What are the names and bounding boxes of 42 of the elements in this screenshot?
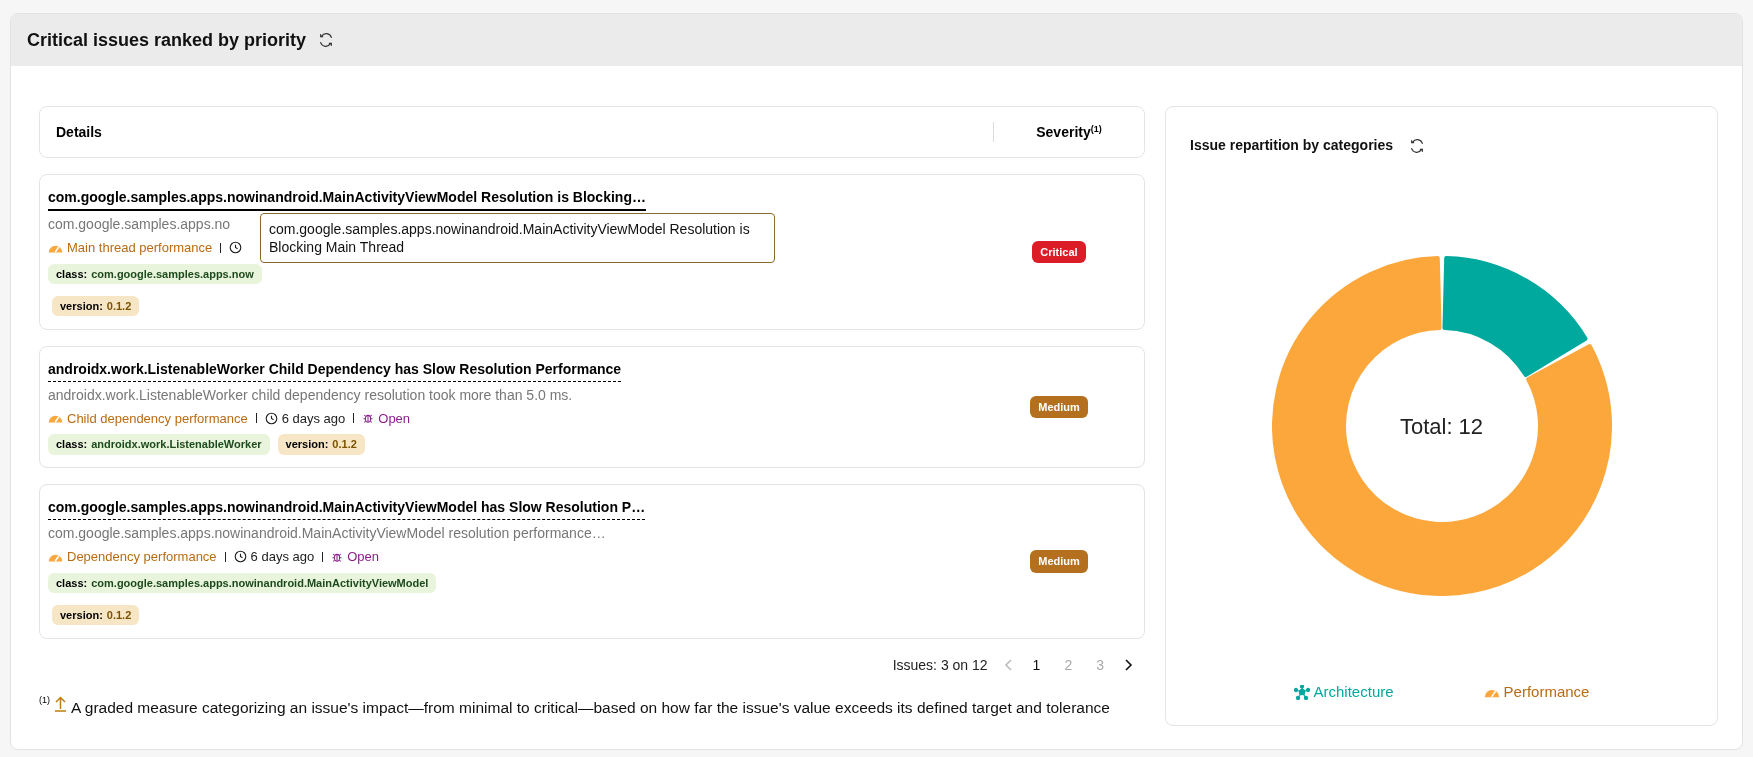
issue-description: com.google.samples.apps.nowinandroid.MainActivityViewModel resolution performance…	[48, 524, 606, 543]
issue-description: com.google.samples.apps.no	[48, 215, 231, 234]
refresh-icon[interactable]	[1409, 137, 1426, 154]
tooltip: com.google.samples.apps.nowinandroid.MainActivityViewModel Resolution is Blocking Main Thread	[260, 213, 775, 263]
severity-badge: Medium	[1030, 395, 1088, 418]
legend-item[interactable]: Performance	[1483, 681, 1590, 704]
issue-title[interactable]: com.google.samples.apps.nowinandroid.MainActivityViewModel Resolution is Blocking…	[48, 187, 646, 211]
tag: version: 0.1.2	[277, 434, 365, 455]
tag: version: 0.1.2	[52, 604, 140, 625]
refresh-icon[interactable]	[318, 32, 335, 48]
footnote-text: A graded measure categorizing an issue's impact—from minimal to critical—based on how far the issue's value exceeds its defined target and tolerance	[71, 697, 1110, 718]
network-icon	[1293, 684, 1310, 700]
time-label: 6 days ago	[250, 548, 315, 566]
tag: class: com.google.samples.apps.now	[48, 263, 262, 284]
chart-title: Issue repartition by categories	[1190, 136, 1394, 155]
clock-icon	[264, 411, 278, 425]
tag: version: 0.1.2	[52, 295, 140, 316]
status-label: Open	[347, 548, 379, 566]
tag: class: androidx.work.ListenableWorker	[48, 434, 270, 455]
tag: class: com.google.samples.apps.nowinandroid.MainActivityViewModel	[48, 572, 437, 593]
clock-icon	[229, 241, 243, 255]
time-label: 6 days ago	[281, 409, 346, 428]
bug-icon	[362, 412, 375, 425]
severity-badge: Medium	[1030, 550, 1088, 573]
category-label: Child dependency performance	[67, 409, 248, 428]
issue-description: androidx.work.ListenableWorker child dependency resolution took more than 5.0 ms.	[48, 385, 573, 405]
panel-title: Critical issues ranked by priority	[27, 28, 307, 52]
column-header: Severity$^{(1)}$	[1035, 122, 1103, 142]
issue-title[interactable]: com.google.samples.apps.nowinandroid.MainActivityViewModel has Slow Resolution P…	[48, 497, 646, 520]
footnote-mark: (1)	[39, 693, 50, 707]
page-button[interactable]: 1	[1028, 654, 1045, 676]
issues-count: Issues: 3 on 12	[892, 655, 988, 675]
donut-total: Total: 12	[1399, 412, 1484, 441]
status-label: Open	[378, 409, 411, 428]
clock-icon	[233, 550, 247, 564]
issue-title[interactable]: androidx.work.ListenableWorker Child Dependency has Slow Resolution Performance	[48, 358, 622, 382]
severity-badge: Critical	[1032, 240, 1086, 263]
column-header: Details	[55, 122, 103, 142]
category-label: Main thread performance	[67, 239, 213, 257]
category-label: Dependency performance	[67, 548, 217, 566]
next-page-icon[interactable]	[1124, 659, 1133, 671]
arrow-up-icon	[54, 695, 67, 712]
